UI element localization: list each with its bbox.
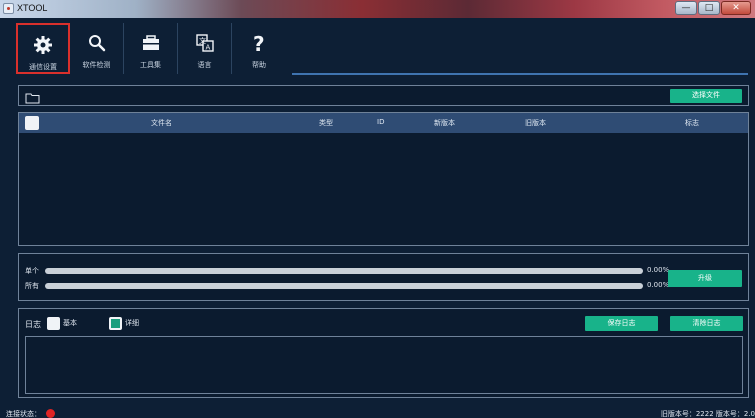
- clear-log-button[interactable]: 清除日志: [670, 316, 743, 331]
- toolbar-help[interactable]: ? 帮助: [232, 23, 286, 74]
- toolbar-label: 帮助: [252, 61, 266, 69]
- svg-text:?: ?: [253, 32, 265, 54]
- toolbar-toolset[interactable]: 工具集: [124, 23, 178, 74]
- connection-status-label: 连接状态：: [6, 410, 41, 418]
- folder-icon[interactable]: [25, 89, 40, 104]
- single-progress-percent: 0.00%: [647, 266, 670, 274]
- save-log-button[interactable]: 保存日志: [585, 316, 658, 331]
- toolbox-icon: [124, 32, 177, 54]
- toolbar-label: 工具集: [140, 61, 161, 69]
- close-button[interactable]: ✕: [721, 1, 751, 15]
- window-controls: — □ ✕: [675, 1, 751, 15]
- toolbar-label: 通信设置: [29, 63, 57, 71]
- version-info: 旧版本号：2222 版本号：2.0: [660, 410, 755, 418]
- all-progress-row: 所有 0.00%: [25, 281, 675, 291]
- language-icon: 文 A: [178, 32, 231, 54]
- choose-file-button[interactable]: 选择文件: [670, 89, 742, 103]
- column-id: ID: [377, 118, 385, 126]
- status-bar: 连接状态： 旧版本号：2222 版本号：2.0: [0, 408, 755, 418]
- gear-icon: [18, 34, 68, 56]
- svg-text:A: A: [205, 44, 210, 52]
- minimize-button[interactable]: —: [675, 1, 697, 15]
- toolbar-label: 软件检测: [82, 61, 111, 69]
- connection-status-indicator: [46, 409, 55, 418]
- table-header: 文件名 类型 ID 新版本 旧版本 标志: [19, 113, 748, 133]
- select-all-checkbox[interactable]: [25, 116, 39, 130]
- basic-label: 基本: [63, 319, 77, 327]
- window-title: XTOOL: [17, 3, 48, 13]
- column-flag: 标志: [685, 119, 699, 127]
- column-old-version: 旧版本: [525, 119, 546, 127]
- basic-checkbox[interactable]: [47, 316, 60, 330]
- log-panel: 日志 基本 详细 保存日志 清除日志: [18, 308, 749, 398]
- single-progress-bar: [45, 268, 643, 274]
- column-new-version: 新版本: [434, 119, 455, 127]
- detail-checkbox[interactable]: [109, 316, 122, 330]
- column-filename: 文件名: [151, 119, 172, 127]
- app-window: XTOOL — □ ✕ 通信设置 软件检测 工具集 文 A 语言 ? 帮助 选择…: [0, 0, 755, 418]
- upgrade-button[interactable]: 升级: [668, 270, 742, 287]
- search-icon: [70, 32, 123, 54]
- file-select-bar: 选择文件: [18, 85, 749, 106]
- single-progress-row: 单个 0.00%: [25, 266, 675, 276]
- toolbar-label: 语言: [197, 61, 212, 69]
- toolbar-language[interactable]: 文 A 语言: [178, 23, 232, 74]
- help-icon: ?: [232, 32, 286, 54]
- maximize-button[interactable]: □: [698, 1, 720, 15]
- progress-panel: 单个 0.00% 所有 0.00% 升级: [18, 253, 749, 301]
- title-bar: XTOOL — □ ✕: [0, 0, 755, 18]
- all-progress-percent: 0.00%: [647, 281, 670, 289]
- log-mode-detail[interactable]: 详细: [109, 316, 139, 330]
- main-toolbar: 通信设置 软件检测 工具集 文 A 语言 ? 帮助: [16, 23, 286, 74]
- detail-label: 详细: [125, 319, 139, 327]
- column-type: 类型: [319, 119, 333, 127]
- file-table: 文件名 类型 ID 新版本 旧版本 标志: [18, 112, 749, 246]
- app-logo-icon: [3, 3, 14, 14]
- toolbar-divider: [292, 73, 748, 75]
- toolbar-comm-settings[interactable]: 通信设置: [16, 23, 70, 74]
- single-progress-label: 单个: [25, 267, 39, 275]
- log-output[interactable]: [25, 336, 743, 394]
- toolbar-software-check[interactable]: 软件检测: [70, 23, 124, 74]
- log-mode-basic[interactable]: 基本: [47, 316, 77, 330]
- log-title: 日志: [25, 320, 41, 329]
- all-progress-label: 所有: [25, 282, 39, 290]
- all-progress-bar: [45, 283, 643, 289]
